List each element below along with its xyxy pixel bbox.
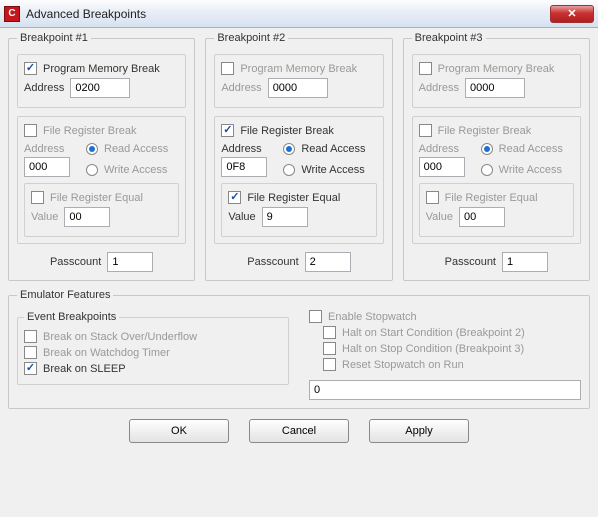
reset-stopwatch-label: Reset Stopwatch on Run	[342, 359, 464, 371]
program-memory-break-group: Program Memory Break Address	[214, 54, 383, 108]
fre-value-label: Value	[31, 211, 58, 223]
program-memory-break-group: Program Memory Break Address	[412, 54, 581, 108]
fre-value-label: Value	[228, 211, 255, 223]
pmb-address-label: Address	[221, 82, 261, 94]
pmb-address-input[interactable]	[268, 78, 328, 98]
file-register-break-checkbox[interactable]	[24, 124, 37, 137]
write-access-radio[interactable]	[86, 164, 98, 176]
app-icon: C	[4, 6, 20, 22]
dialog-content: Breakpoint #1 Program Memory Break Address…	[0, 28, 598, 517]
file-register-break-group: File Register Break Address Read Access Wri…	[17, 116, 186, 244]
program-memory-break-checkbox[interactable]	[24, 62, 37, 75]
breakpoint-legend: Breakpoint #1	[17, 32, 91, 44]
break-wdt-checkbox[interactable]	[24, 346, 37, 359]
write-access-radio[interactable]	[283, 164, 295, 176]
passcount-label: Passcount	[445, 256, 496, 268]
passcount-label: Passcount	[247, 256, 298, 268]
ok-button[interactable]: OK	[129, 419, 229, 443]
fre-value-label: Value	[426, 211, 453, 223]
reset-stopwatch-checkbox[interactable]	[323, 358, 336, 371]
file-register-equal-checkbox[interactable]	[228, 191, 241, 204]
emulator-features-group: Emulator Features Event Breakpoints Brea…	[8, 289, 590, 409]
write-access-radio[interactable]	[481, 164, 493, 176]
halt-stop-label: Halt on Stop Condition (Breakpoint 3)	[342, 343, 524, 355]
program-memory-break-checkbox[interactable]	[221, 62, 234, 75]
passcount-input[interactable]	[502, 252, 548, 272]
pmb-address-label: Address	[24, 82, 64, 94]
window-title: Advanced Breakpoints	[26, 7, 550, 21]
fre-value-input[interactable]	[64, 207, 110, 227]
pmb-address-label: Address	[419, 82, 459, 94]
frb-address-label: Address	[419, 143, 465, 155]
frb-address-label: Address	[221, 143, 267, 155]
frb-address-input[interactable]	[419, 157, 465, 177]
break-stack-checkbox[interactable]	[24, 330, 37, 343]
break-sleep-checkbox[interactable]	[24, 362, 37, 375]
breakpoint-group-2: Breakpoint #2 Program Memory Break Address…	[205, 32, 392, 281]
program-memory-break-group: Program Memory Break Address	[17, 54, 186, 108]
pmb-address-input[interactable]	[465, 78, 525, 98]
apply-button[interactable]: Apply	[369, 419, 469, 443]
break-wdt-label: Break on Watchdog Timer	[43, 347, 170, 359]
file-register-break-label: File Register Break	[43, 125, 137, 137]
breakpoint-legend: Breakpoint #2	[214, 32, 288, 44]
read-access-radio[interactable]	[481, 143, 493, 155]
halt-start-label: Halt on Start Condition (Breakpoint 2)	[342, 327, 525, 339]
enable-stopwatch-label: Enable Stopwatch	[328, 311, 417, 323]
breakpoint-group-3: Breakpoint #3 Program Memory Break Address…	[403, 32, 590, 281]
program-memory-break-label: Program Memory Break	[240, 63, 357, 75]
stopwatch-value-input[interactable]	[309, 380, 581, 400]
breakpoint-group-1: Breakpoint #1 Program Memory Break Address…	[8, 32, 195, 281]
titlebar: C Advanced Breakpoints ✕	[0, 0, 598, 28]
write-access-label: Write Access	[301, 164, 364, 176]
close-icon: ✕	[567, 7, 576, 20]
file-register-equal-checkbox[interactable]	[426, 191, 439, 204]
read-access-label: Read Access	[499, 143, 563, 155]
file-register-equal-label: File Register Equal	[50, 192, 143, 204]
file-register-equal-label: File Register Equal	[445, 192, 538, 204]
write-access-label: Write Access	[104, 164, 167, 176]
file-register-break-group: File Register Break Address Read Access Wri…	[214, 116, 383, 244]
frb-address-input[interactable]	[221, 157, 267, 177]
enable-stopwatch-checkbox[interactable]	[309, 310, 322, 323]
program-memory-break-label: Program Memory Break	[43, 63, 160, 75]
frb-address-label: Address	[24, 143, 70, 155]
file-register-equal-group: File Register Equal Value	[221, 183, 376, 237]
passcount-label: Passcount	[50, 256, 101, 268]
pmb-address-input[interactable]	[70, 78, 130, 98]
passcount-input[interactable]	[305, 252, 351, 272]
program-memory-break-label: Program Memory Break	[438, 63, 555, 75]
cancel-button[interactable]: Cancel	[249, 419, 349, 443]
file-register-equal-label: File Register Equal	[247, 192, 340, 204]
halt-stop-checkbox[interactable]	[323, 342, 336, 355]
file-register-break-label: File Register Break	[240, 125, 334, 137]
break-stack-label: Break on Stack Over/Underflow	[43, 331, 197, 343]
file-register-break-group: File Register Break Address Read Access Wri…	[412, 116, 581, 244]
file-register-break-label: File Register Break	[438, 125, 532, 137]
read-access-radio[interactable]	[86, 143, 98, 155]
breakpoint-legend: Breakpoint #3	[412, 32, 486, 44]
halt-start-checkbox[interactable]	[323, 326, 336, 339]
file-register-break-checkbox[interactable]	[221, 124, 234, 137]
fre-value-input[interactable]	[262, 207, 308, 227]
frb-address-input[interactable]	[24, 157, 70, 177]
program-memory-break-checkbox[interactable]	[419, 62, 432, 75]
event-breakpoints-legend: Event Breakpoints	[24, 311, 119, 323]
close-button[interactable]: ✕	[550, 5, 594, 23]
file-register-equal-group: File Register Equal Value	[24, 183, 179, 237]
read-access-radio[interactable]	[283, 143, 295, 155]
fre-value-input[interactable]	[459, 207, 505, 227]
emulator-features-legend: Emulator Features	[17, 289, 113, 301]
read-access-label: Read Access	[301, 143, 365, 155]
event-breakpoints-group: Event Breakpoints Break on Stack Over/Un…	[17, 311, 289, 385]
read-access-label: Read Access	[104, 143, 168, 155]
file-register-break-checkbox[interactable]	[419, 124, 432, 137]
break-sleep-label: Break on SLEEP	[43, 363, 126, 375]
file-register-equal-group: File Register Equal Value	[419, 183, 574, 237]
file-register-equal-checkbox[interactable]	[31, 191, 44, 204]
passcount-input[interactable]	[107, 252, 153, 272]
write-access-label: Write Access	[499, 164, 562, 176]
